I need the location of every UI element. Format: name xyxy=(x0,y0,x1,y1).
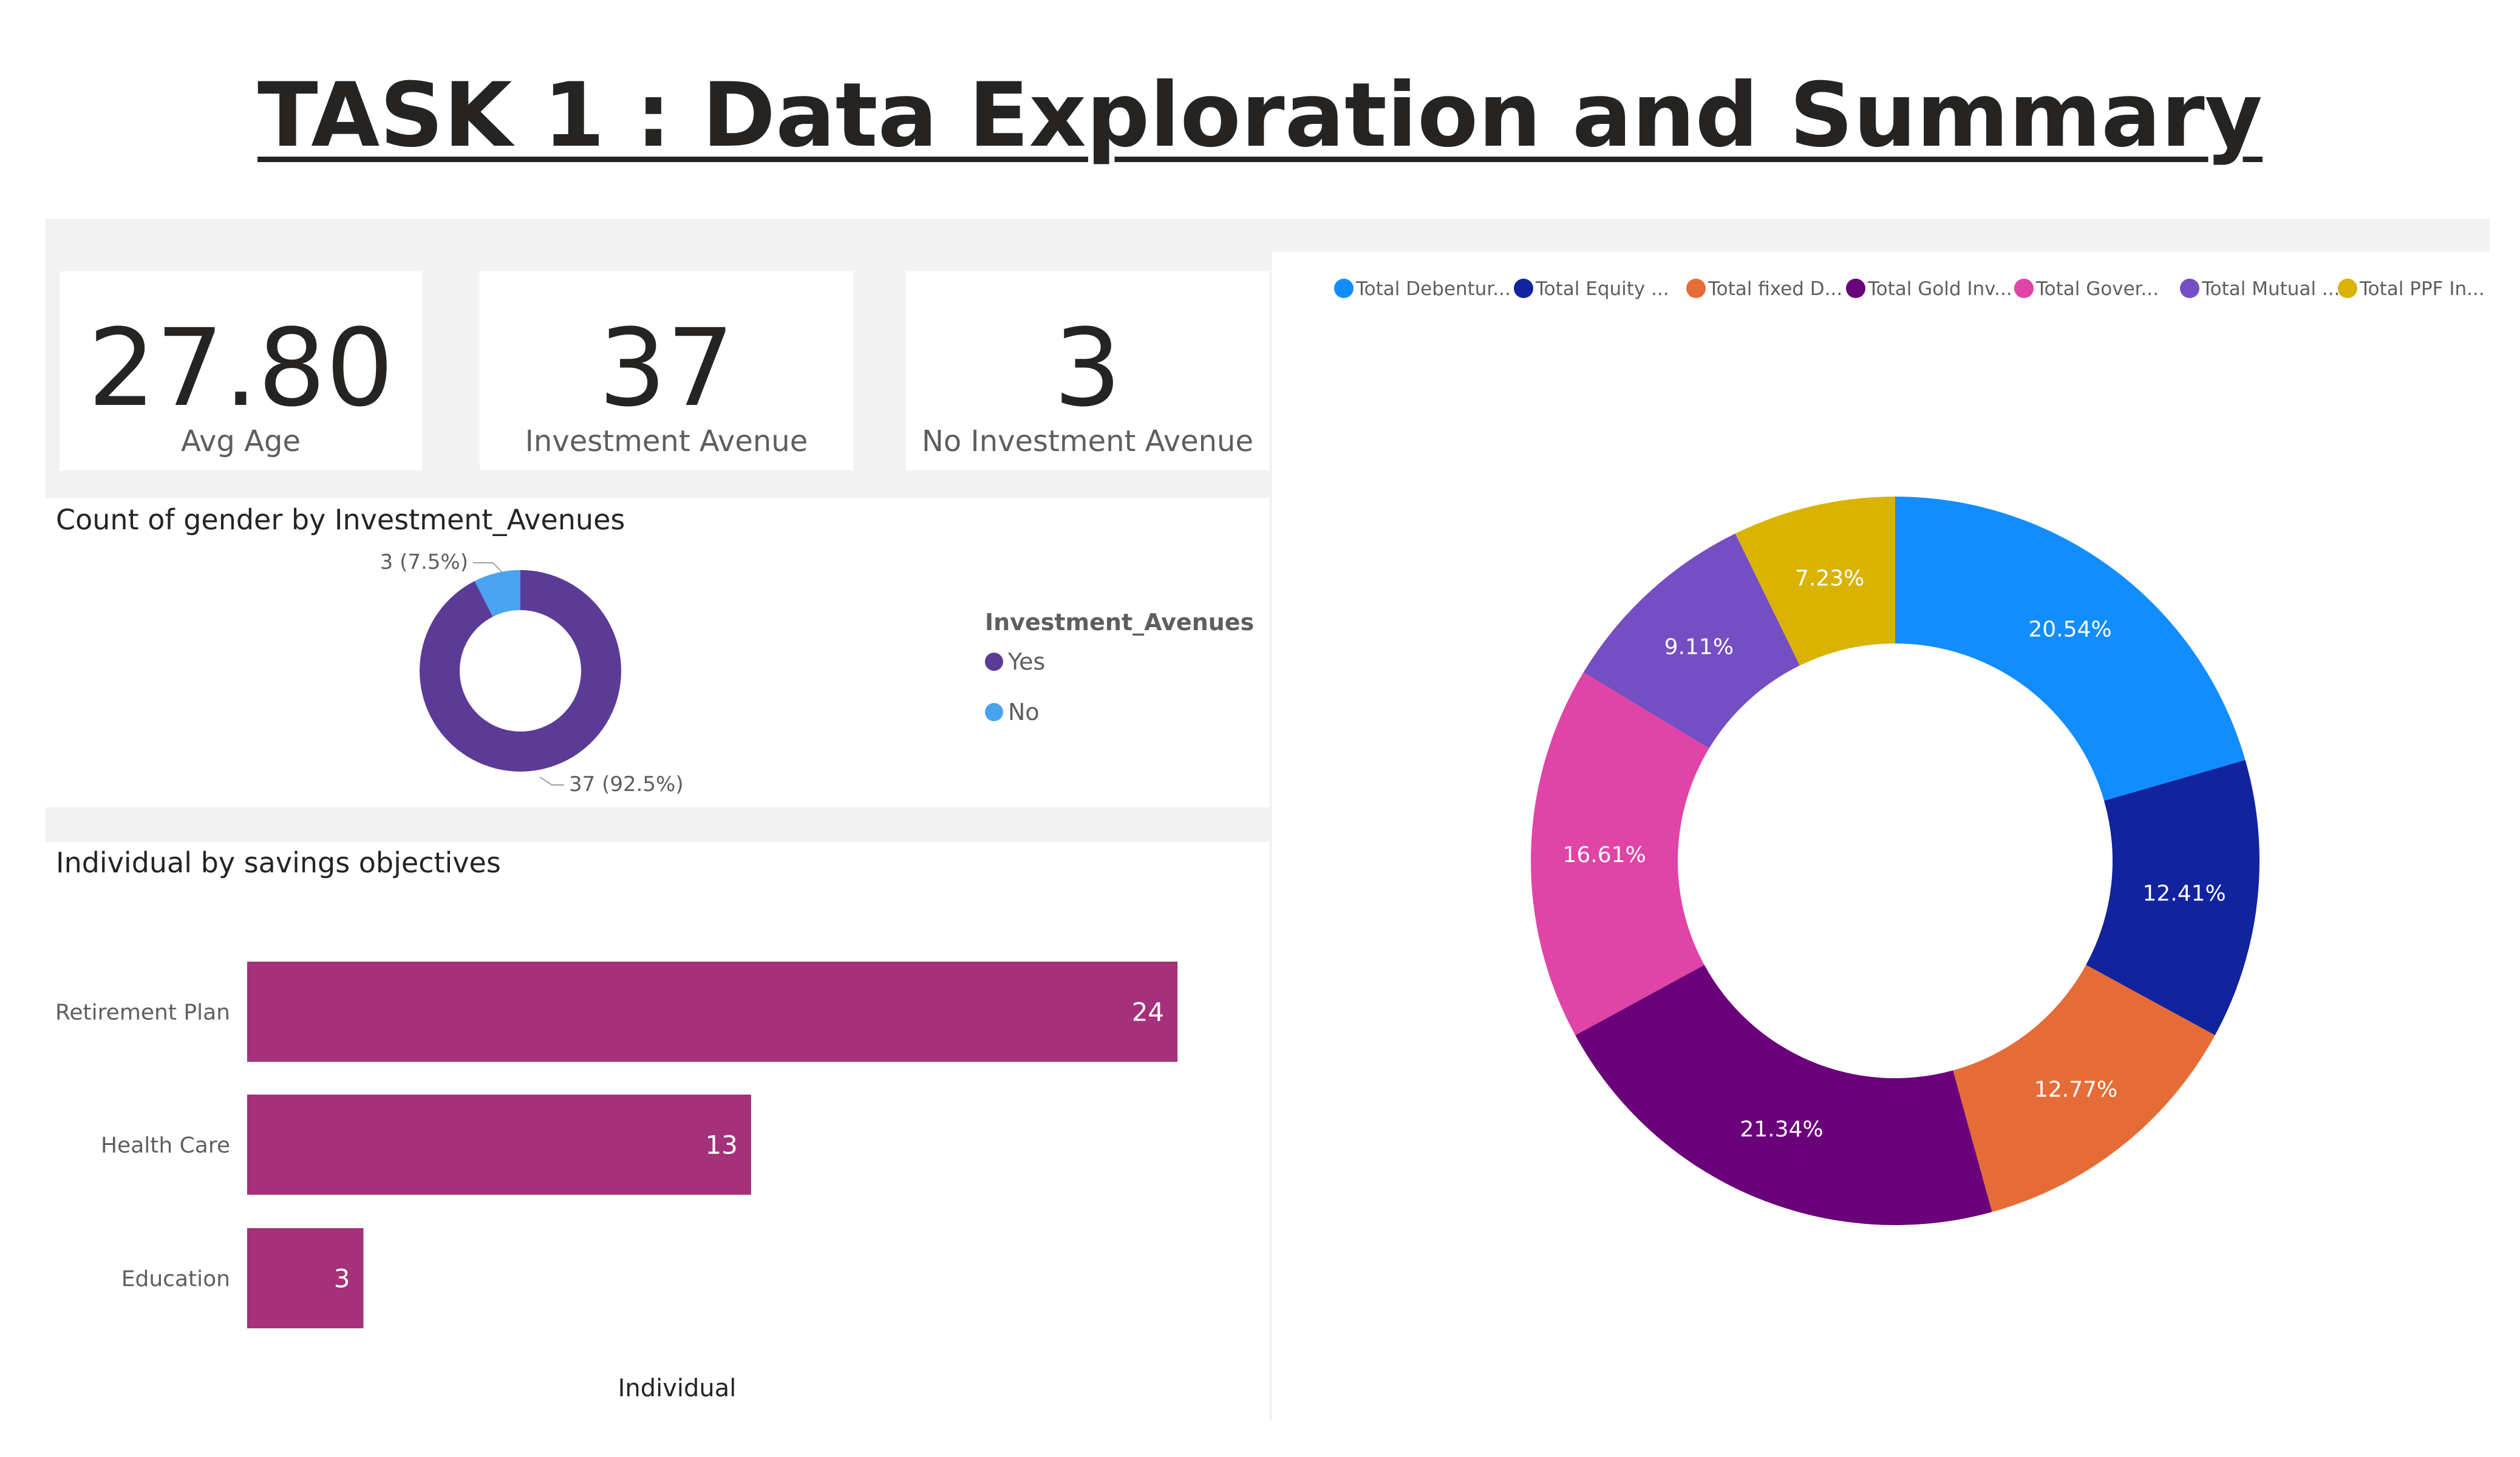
data-label-no: 3 (7.5%) xyxy=(380,550,468,574)
legend-dot-icon xyxy=(2014,279,2034,298)
kpi-label: Investment Avenue xyxy=(525,424,808,458)
legend-label: Total fixed D... xyxy=(1708,278,1842,300)
legend-dot-icon xyxy=(985,653,1003,671)
legend-label: Total Gover... xyxy=(2035,278,2159,300)
legend-dot-icon xyxy=(2180,279,2199,298)
kpi-label: No Investment Avenue xyxy=(922,424,1253,458)
kpi-value: 27.80 xyxy=(87,306,394,430)
legend-dot-icon xyxy=(1686,279,1706,298)
legend-item-no[interactable]: No xyxy=(985,697,1040,727)
legend-item[interactable]: Total fixed D... xyxy=(1686,278,1842,300)
legend-item[interactable]: Total Debentur... xyxy=(1334,278,1511,300)
savings-objectives-bar-visual[interactable]: Individual by savings objectives Retirem… xyxy=(46,842,1269,1421)
legend-label: Total PPF In... xyxy=(2359,278,2485,300)
bar-value-label: 3 xyxy=(334,1264,350,1294)
category-label: Retirement Plan xyxy=(55,1000,230,1025)
gender-donut-visual[interactable]: Count of gender by Investment_Avenues 37… xyxy=(46,498,1269,807)
category-label: Education xyxy=(121,1267,230,1292)
slice-data-label: 12.41% xyxy=(2142,881,2225,906)
investment-distribution-visual[interactable]: Total Debentur... Total Equity ... Total f… xyxy=(1299,255,2490,1421)
bar-value-label: 13 xyxy=(705,1130,737,1160)
legend-item[interactable]: Total Equity ... xyxy=(1514,278,1669,300)
legend-item[interactable]: Total Mutual ... xyxy=(2180,278,2340,300)
slice-data-label: 20.54% xyxy=(2028,617,2111,642)
data-label-yes: 37 (92.5%) xyxy=(569,772,684,796)
legend-title: Investment_Avenues xyxy=(985,609,1255,636)
donut-slice[interactable] xyxy=(1895,497,2246,801)
legend-dot-icon xyxy=(985,703,1003,721)
kpi-card-investment-avenue[interactable]: 37 Investment Avenue xyxy=(480,271,853,470)
legend-item[interactable]: Total PPF In... xyxy=(2338,278,2485,300)
legend-item[interactable]: Total Gover... xyxy=(2014,278,2159,300)
right-panel-header-strip xyxy=(1272,219,2490,252)
x-axis-title: Individual xyxy=(618,1374,737,1402)
bar-value-label: 24 xyxy=(1132,997,1164,1027)
legend-label: Total Debentur... xyxy=(1355,278,1511,300)
kpi-value: 3 xyxy=(1054,306,1122,430)
legend-label: No xyxy=(1008,699,1040,725)
savings-bar-chart: Retirement Plan 24 Health Care 13 Education 3 xyxy=(55,962,1178,1328)
legend-label: Yes xyxy=(1008,648,1046,675)
leader-line xyxy=(539,776,564,786)
legend-dot-icon xyxy=(1514,279,1533,298)
kpi-value: 37 xyxy=(598,306,735,430)
page-title: TASK 1 : Data Exploration and Summary xyxy=(257,64,2263,167)
leader-line xyxy=(473,562,503,573)
legend-label: Total Mutual ... xyxy=(2201,278,2340,300)
legend-dot-icon xyxy=(1846,279,1865,298)
legend-label: Total Gold Inv... xyxy=(1867,278,2012,300)
legend-item-yes[interactable]: Yes xyxy=(985,647,1045,677)
legend-dot-icon xyxy=(1334,279,1354,298)
legend-label: Total Equity ... xyxy=(1535,278,1669,300)
slice-data-label: 9.11% xyxy=(1664,634,1734,659)
investment-donut-chart: Total Debentur... Total Equity ... Total f… xyxy=(1334,278,2485,1225)
slice-data-label: 7.23% xyxy=(1795,566,1864,591)
legend-dot-icon xyxy=(2338,279,2357,298)
kpi-label: Avg Age xyxy=(181,424,301,458)
kpi-card-avg-age[interactable]: 27.80 Avg Age xyxy=(60,271,422,470)
donut-slice[interactable] xyxy=(1575,965,1992,1225)
bar[interactable] xyxy=(247,1095,751,1195)
slice-data-label: 12.77% xyxy=(2034,1077,2117,1102)
bar[interactable] xyxy=(247,962,1178,1062)
legend-item[interactable]: Total Gold Inv... xyxy=(1846,278,2012,300)
category-label: Health Care xyxy=(101,1133,230,1158)
kpi-card-no-investment-avenue[interactable]: 3 No Investment Avenue xyxy=(906,271,1269,470)
slice-data-label: 21.34% xyxy=(1740,1117,1823,1142)
gender-donut-chart: 37 (92.5%) 3 (7.5%) xyxy=(380,550,684,796)
slice-data-label: 16.61% xyxy=(1562,843,1646,868)
